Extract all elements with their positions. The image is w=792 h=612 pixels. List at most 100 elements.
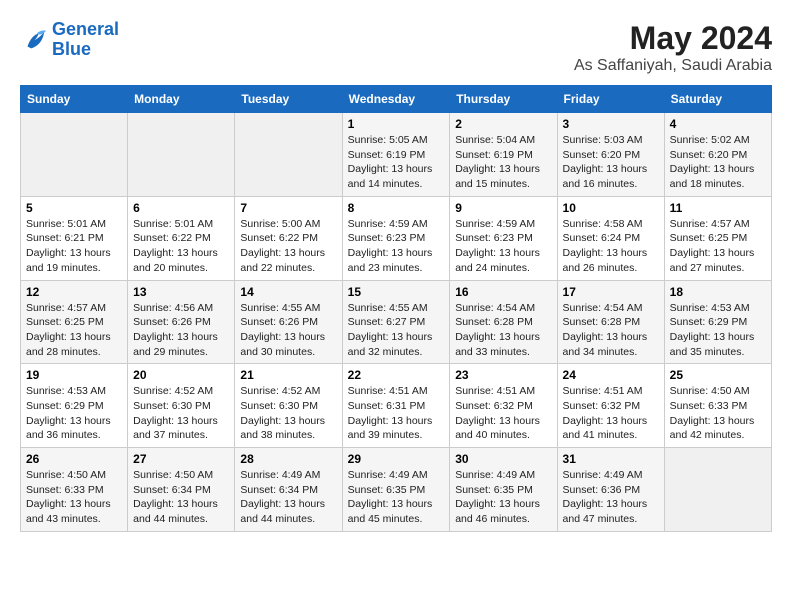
day-info: Sunrise: 4:49 AM Sunset: 6:36 PM Dayligh… <box>563 468 659 527</box>
header-friday: Friday <box>557 86 664 113</box>
logo: General Blue <box>20 20 119 60</box>
header-monday: Monday <box>128 86 235 113</box>
week-row-2: 12Sunrise: 4:57 AM Sunset: 6:25 PM Dayli… <box>21 280 772 364</box>
day-number: 9 <box>455 201 551 215</box>
header-thursday: Thursday <box>450 86 557 113</box>
day-cell: 24Sunrise: 4:51 AM Sunset: 6:32 PM Dayli… <box>557 364 664 448</box>
day-info: Sunrise: 4:55 AM Sunset: 6:26 PM Dayligh… <box>240 301 336 360</box>
day-info: Sunrise: 4:59 AM Sunset: 6:23 PM Dayligh… <box>455 217 551 276</box>
day-number: 14 <box>240 285 336 299</box>
day-number: 4 <box>670 117 766 131</box>
day-cell: 28Sunrise: 4:49 AM Sunset: 6:34 PM Dayli… <box>235 448 342 532</box>
header-saturday: Saturday <box>664 86 771 113</box>
day-number: 3 <box>563 117 659 131</box>
header-wednesday: Wednesday <box>342 86 450 113</box>
day-cell: 7 Sunrise: 5:00 AM Sunset: 6:22 PM Daylig… <box>235 196 342 280</box>
day-cell: 14 Sunrise: 4:55 AM Sunset: 6:26 PM Dayli… <box>235 280 342 364</box>
day-number: 7 <box>240 201 336 215</box>
day-number: 16 <box>455 285 551 299</box>
day-cell: 9 Sunrise: 4:59 AM Sunset: 6:23 PM Daylig… <box>450 196 557 280</box>
day-info: Sunrise: 4:58 AM Sunset: 6:24 PM Dayligh… <box>563 217 659 276</box>
day-cell <box>235 113 342 197</box>
day-cell: 12Sunrise: 4:57 AM Sunset: 6:25 PM Dayli… <box>21 280 128 364</box>
day-info: Sunrise: 5:03 AM Sunset: 6:20 PM Dayligh… <box>563 133 659 192</box>
day-cell: 16 Sunrise: 4:54 AM Sunset: 6:28 PM Dayli… <box>450 280 557 364</box>
day-info: Sunrise: 4:57 AM Sunset: 6:25 PM Dayligh… <box>670 217 766 276</box>
day-info: Sunrise: 4:50 AM Sunset: 6:33 PM Dayligh… <box>26 468 122 527</box>
day-cell: 15Sunrise: 4:55 AM Sunset: 6:27 PM Dayli… <box>342 280 450 364</box>
day-number: 18 <box>670 285 766 299</box>
day-cell: 1Sunrise: 5:05 AM Sunset: 6:19 PM Daylig… <box>342 113 450 197</box>
day-cell: 17Sunrise: 4:54 AM Sunset: 6:28 PM Dayli… <box>557 280 664 364</box>
day-info: Sunrise: 5:04 AM Sunset: 6:19 PM Dayligh… <box>455 133 551 192</box>
day-cell: 31 Sunrise: 4:49 AM Sunset: 6:36 PM Dayli… <box>557 448 664 532</box>
calendar-table: SundayMondayTuesdayWednesdayThursdayFrid… <box>20 85 772 532</box>
day-cell: 6Sunrise: 5:01 AM Sunset: 6:22 PM Daylig… <box>128 196 235 280</box>
day-number: 15 <box>348 285 445 299</box>
page-subtitle: As Saffaniyah, Saudi Arabia <box>574 57 772 75</box>
day-number: 5 <box>26 201 122 215</box>
day-number: 28 <box>240 452 336 466</box>
day-number: 8 <box>348 201 445 215</box>
day-number: 13 <box>133 285 229 299</box>
day-number: 23 <box>455 368 551 382</box>
day-info: Sunrise: 4:56 AM Sunset: 6:26 PM Dayligh… <box>133 301 229 360</box>
day-info: Sunrise: 5:00 AM Sunset: 6:22 PM Dayligh… <box>240 217 336 276</box>
day-info: Sunrise: 4:53 AM Sunset: 6:29 PM Dayligh… <box>670 301 766 360</box>
day-number: 10 <box>563 201 659 215</box>
day-cell: 5 Sunrise: 5:01 AM Sunset: 6:21 PM Daylig… <box>21 196 128 280</box>
day-number: 31 <box>563 452 659 466</box>
day-info: Sunrise: 4:51 AM Sunset: 6:32 PM Dayligh… <box>563 384 659 443</box>
day-number: 20 <box>133 368 229 382</box>
day-number: 29 <box>348 452 445 466</box>
day-number: 26 <box>26 452 122 466</box>
day-cell: 30 Sunrise: 4:49 AM Sunset: 6:35 PM Dayli… <box>450 448 557 532</box>
day-info: Sunrise: 4:51 AM Sunset: 6:32 PM Dayligh… <box>455 384 551 443</box>
day-cell: 13 Sunrise: 4:56 AM Sunset: 6:26 PM Dayli… <box>128 280 235 364</box>
day-number: 25 <box>670 368 766 382</box>
day-cell: 2Sunrise: 5:04 AM Sunset: 6:19 PM Daylig… <box>450 113 557 197</box>
day-info: Sunrise: 4:49 AM Sunset: 6:35 PM Dayligh… <box>455 468 551 527</box>
day-cell: 19 Sunrise: 4:53 AM Sunset: 6:29 PM Dayli… <box>21 364 128 448</box>
day-info: Sunrise: 4:51 AM Sunset: 6:31 PM Dayligh… <box>348 384 445 443</box>
day-cell: 8 Sunrise: 4:59 AM Sunset: 6:23 PM Daylig… <box>342 196 450 280</box>
page-header: General Blue May 2024 As Saffaniyah, Sau… <box>20 20 772 75</box>
day-info: Sunrise: 4:50 AM Sunset: 6:33 PM Dayligh… <box>670 384 766 443</box>
day-cell: 4 Sunrise: 5:02 AM Sunset: 6:20 PM Daylig… <box>664 113 771 197</box>
day-number: 27 <box>133 452 229 466</box>
day-number: 11 <box>670 201 766 215</box>
day-cell: 20 Sunrise: 4:52 AM Sunset: 6:30 PM Dayli… <box>128 364 235 448</box>
day-cell <box>664 448 771 532</box>
day-cell: 11 Sunrise: 4:57 AM Sunset: 6:25 PM Dayli… <box>664 196 771 280</box>
day-cell: 10 Sunrise: 4:58 AM Sunset: 6:24 PM Dayli… <box>557 196 664 280</box>
header-sunday: Sunday <box>21 86 128 113</box>
day-info: Sunrise: 5:01 AM Sunset: 6:21 PM Dayligh… <box>26 217 122 276</box>
day-cell: 29 Sunrise: 4:49 AM Sunset: 6:35 PM Dayli… <box>342 448 450 532</box>
day-info: Sunrise: 5:05 AM Sunset: 6:19 PM Dayligh… <box>348 133 445 192</box>
day-cell: 3 Sunrise: 5:03 AM Sunset: 6:20 PM Daylig… <box>557 113 664 197</box>
week-row-3: 19 Sunrise: 4:53 AM Sunset: 6:29 PM Dayli… <box>21 364 772 448</box>
day-info: Sunrise: 4:49 AM Sunset: 6:35 PM Dayligh… <box>348 468 445 527</box>
week-row-1: 5 Sunrise: 5:01 AM Sunset: 6:21 PM Daylig… <box>21 196 772 280</box>
day-number: 12 <box>26 285 122 299</box>
day-info: Sunrise: 4:59 AM Sunset: 6:23 PM Dayligh… <box>348 217 445 276</box>
day-info: Sunrise: 4:52 AM Sunset: 6:30 PM Dayligh… <box>133 384 229 443</box>
day-info: Sunrise: 4:53 AM Sunset: 6:29 PM Dayligh… <box>26 384 122 443</box>
day-info: Sunrise: 4:54 AM Sunset: 6:28 PM Dayligh… <box>563 301 659 360</box>
logo-text: General Blue <box>52 20 119 60</box>
day-cell: 22 Sunrise: 4:51 AM Sunset: 6:31 PM Dayli… <box>342 364 450 448</box>
day-info: Sunrise: 5:02 AM Sunset: 6:20 PM Dayligh… <box>670 133 766 192</box>
day-number: 22 <box>348 368 445 382</box>
day-info: Sunrise: 4:54 AM Sunset: 6:28 PM Dayligh… <box>455 301 551 360</box>
day-cell: 23 Sunrise: 4:51 AM Sunset: 6:32 PM Dayli… <box>450 364 557 448</box>
day-cell <box>128 113 235 197</box>
day-info: Sunrise: 4:50 AM Sunset: 6:34 PM Dayligh… <box>133 468 229 527</box>
day-cell: 18 Sunrise: 4:53 AM Sunset: 6:29 PM Dayli… <box>664 280 771 364</box>
day-number: 19 <box>26 368 122 382</box>
day-number: 30 <box>455 452 551 466</box>
day-number: 21 <box>240 368 336 382</box>
day-number: 6 <box>133 201 229 215</box>
title-block: May 2024 As Saffaniyah, Saudi Arabia <box>574 20 772 75</box>
header-row: SundayMondayTuesdayWednesdayThursdayFrid… <box>21 86 772 113</box>
logo-icon <box>20 26 48 54</box>
